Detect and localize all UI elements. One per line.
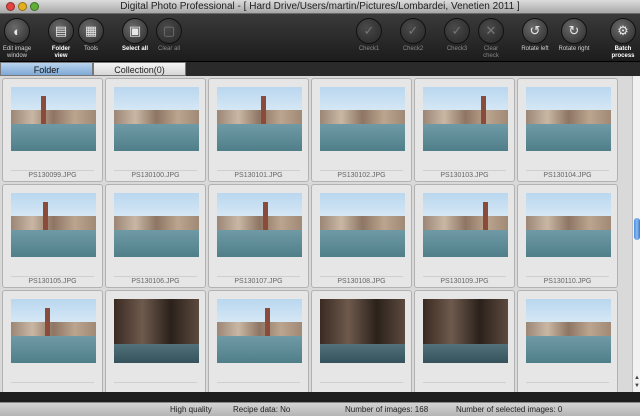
clear-check-button[interactable]: ✕ Clear check	[468, 18, 514, 60]
batch-process-label: Batch process	[611, 46, 635, 59]
rotate-right-icon: ↻	[561, 18, 587, 44]
select-all-icon: ▣	[122, 18, 148, 44]
thumbnail-cell[interactable]: PS130102.JPG	[311, 78, 412, 182]
tools-label: Tools	[83, 46, 98, 52]
batch-process-button[interactable]: ⚙ Batch process	[600, 18, 640, 60]
thumbnail-image[interactable]	[423, 87, 508, 151]
thumbnail-filename	[320, 382, 403, 384]
thumbnail-image[interactable]	[526, 87, 611, 151]
check2-button[interactable]: ✓ Check2	[390, 18, 436, 53]
check1-label: Check1	[358, 46, 380, 52]
thumbnail-image[interactable]	[217, 193, 302, 257]
scroll-thumb[interactable]	[634, 218, 640, 240]
thumbnail-cell[interactable]: PS130108.JPG	[311, 184, 412, 288]
thumbnail-grid: PS130099.JPG PS130100.JPG PS130101.JPG PS13…	[0, 76, 620, 392]
thumbnail-image[interactable]	[114, 87, 199, 151]
tab-collection[interactable]: Collection(0)	[93, 62, 186, 76]
thumbnail-cell[interactable]: PS130099.JPG	[2, 78, 103, 182]
thumbnail-filename: PS130106.JPG	[114, 276, 197, 285]
check1-icon: ✓	[356, 18, 382, 44]
thumbnail-cell[interactable]	[311, 290, 412, 392]
thumbnail-cell[interactable]: PS130105.JPG	[2, 184, 103, 288]
thumbnail-filename: PS130110.JPG	[526, 276, 609, 285]
status-quality: High quality	[170, 405, 212, 414]
clear-all-icon: ▢	[156, 18, 182, 44]
thumbnail-image[interactable]	[423, 193, 508, 257]
thumbnail-image[interactable]	[114, 193, 199, 257]
batch-process-icon: ⚙	[610, 18, 636, 44]
rotate-left-icon: ↺	[522, 18, 548, 44]
thumbnail-filename: PS130100.JPG	[114, 170, 197, 179]
thumbnail-image[interactable]	[320, 193, 405, 257]
toolbar: ◐ Edit image window ▤ Folder view ▦ Tools ▣ Sel…	[0, 14, 640, 62]
clear-all-button[interactable]: ▢ Clear all	[146, 18, 192, 53]
thumbnail-filename	[423, 382, 506, 384]
thumbnail-cell[interactable]	[2, 290, 103, 392]
tools-button[interactable]: ▦ Tools	[68, 18, 114, 53]
check2-label: Check2	[402, 46, 424, 52]
thumbnail-filename: PS130103.JPG	[423, 170, 506, 179]
thumbnail-cell[interactable]: PS130101.JPG	[208, 78, 309, 182]
thumbnail-image[interactable]	[11, 87, 96, 151]
edit-window-button[interactable]: ◐ Edit image window	[0, 18, 40, 60]
clear-check-label: Clear check	[483, 46, 499, 59]
status-selected-images: Number of selected images: 0	[456, 405, 563, 414]
thumbnail-image[interactable]	[217, 87, 302, 151]
thumbnail-image[interactable]	[320, 299, 405, 363]
thumbnail-cell[interactable]: PS130106.JPG	[105, 184, 206, 288]
thumbnail-filename	[526, 382, 609, 384]
thumbnail-cell[interactable]: PS130109.JPG	[414, 184, 515, 288]
thumbnail-image[interactable]	[526, 193, 611, 257]
thumbnail-image[interactable]	[423, 299, 508, 363]
thumbnail-area: PS130099.JPG PS130100.JPG PS130101.JPG PS13…	[0, 76, 632, 392]
thumbnail-filename: PS130099.JPG	[11, 170, 94, 179]
thumbnail-cell[interactable]: PS130104.JPG	[517, 78, 618, 182]
clear-all-label: Clear all	[157, 46, 180, 52]
scroll-up-arrow-icon[interactable]: ▲	[633, 374, 640, 382]
vertical-scrollbar[interactable]: ▲ ▼	[632, 76, 640, 392]
clear-check-icon: ✕	[478, 18, 504, 44]
status-bar: High quality Recipe data: No Number of i…	[0, 402, 640, 416]
thumbnail-filename: PS130105.JPG	[11, 276, 94, 285]
scroll-down-arrow-icon[interactable]: ▼	[633, 382, 640, 390]
thumbnail-image[interactable]	[320, 87, 405, 151]
check2-icon: ✓	[400, 18, 426, 44]
rotate-right-button[interactable]: ↻ Rotate right	[551, 18, 597, 53]
thumbnail-image[interactable]	[114, 299, 199, 363]
title-bar: Digital Photo Professional - [ Hard Driv…	[0, 0, 640, 14]
edit-window-icon: ◐	[4, 18, 30, 44]
thumbnail-cell[interactable]	[208, 290, 309, 392]
window-title: Digital Photo Professional - [ Hard Driv…	[120, 1, 520, 12]
status-recipe: Recipe data: No	[233, 405, 291, 414]
thumbnail-cell[interactable]	[517, 290, 618, 392]
tools-icon: ▦	[78, 18, 104, 44]
thumbnail-filename: PS130102.JPG	[320, 170, 403, 179]
rotate-right-label: Rotate right	[558, 46, 590, 52]
thumbnail-cell[interactable]: PS130103.JPG	[414, 78, 515, 182]
thumbnail-filename: PS130101.JPG	[217, 170, 300, 179]
thumbnail-filename	[114, 382, 197, 384]
thumbnail-filename: PS130109.JPG	[423, 276, 506, 285]
check1-button[interactable]: ✓ Check1	[346, 18, 392, 53]
thumbnail-filename: PS130107.JPG	[217, 276, 300, 285]
thumbnail-filename	[217, 382, 300, 384]
thumbnail-cell[interactable]: PS130100.JPG	[105, 78, 206, 182]
thumbnail-cell[interactable]	[414, 290, 515, 392]
view-tabs: Folder Collection(0)	[0, 62, 640, 76]
thumbnail-filename	[11, 382, 94, 384]
thumbnail-image[interactable]	[11, 299, 96, 363]
thumbnail-filename: PS130104.JPG	[526, 170, 609, 179]
status-number-of-images: Number of images: 168	[345, 405, 429, 414]
thumbnail-image[interactable]	[526, 299, 611, 363]
check3-icon: ✓	[444, 18, 470, 44]
edit-window-label: Edit image window	[2, 46, 32, 59]
thumbnail-cell[interactable]: PS130107.JPG	[208, 184, 309, 288]
tab-folder[interactable]: Folder	[0, 62, 93, 76]
thumbnail-image[interactable]	[11, 193, 96, 257]
thumbnail-filename: PS130108.JPG	[320, 276, 403, 285]
thumbnail-image[interactable]	[217, 299, 302, 363]
thumbnail-cell[interactable]: PS130110.JPG	[517, 184, 618, 288]
thumbnail-cell[interactable]	[105, 290, 206, 392]
